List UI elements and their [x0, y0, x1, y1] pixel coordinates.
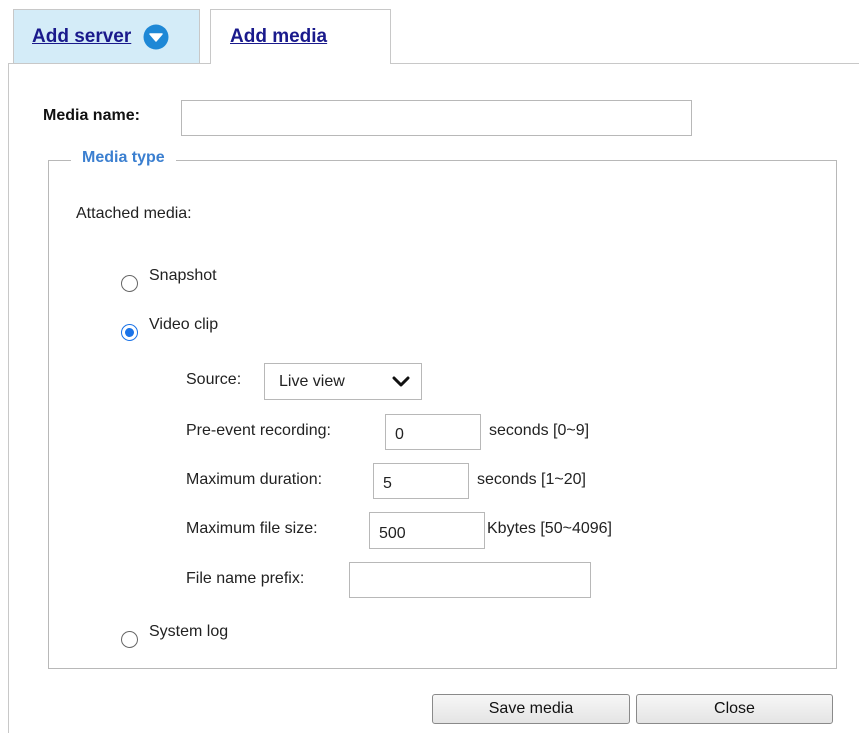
- save-media-button[interactable]: Save media: [432, 694, 630, 724]
- chevron-down-circle-icon[interactable]: [143, 24, 169, 50]
- radio-snapshot-label: Snapshot: [149, 267, 217, 284]
- panel-border: [8, 63, 9, 733]
- media-name-input[interactable]: [181, 100, 692, 136]
- radio-video-clip-label: Video clip: [149, 316, 219, 333]
- chevron-down-icon: [392, 376, 410, 387]
- max-duration-unit: seconds [1~20]: [477, 471, 586, 488]
- max-duration-input[interactable]: [373, 463, 469, 499]
- max-duration-label: Maximum duration:: [186, 471, 323, 488]
- pre-event-unit: seconds [0~9]: [489, 422, 590, 439]
- tab-add-server[interactable]: Add server: [13, 9, 200, 63]
- pre-event-input[interactable]: [385, 414, 481, 450]
- max-file-size-input[interactable]: [369, 512, 485, 549]
- source-select-value: Live view: [279, 372, 345, 390]
- radio-video-clip[interactable]: Video clip: [121, 313, 218, 341]
- file-prefix-input[interactable]: [349, 562, 591, 598]
- media-type-legend: Media type: [71, 149, 176, 167]
- radio-button-unchecked[interactable]: [121, 631, 138, 648]
- radio-system-log-label: System log: [149, 623, 229, 640]
- pre-event-label: Pre-event recording:: [186, 422, 331, 439]
- tab-divider: [8, 63, 210, 64]
- add-media-page: Add server Add media Media name: Media t…: [0, 0, 859, 733]
- radio-snapshot[interactable]: Snapshot: [121, 264, 217, 292]
- file-prefix-label: File name prefix:: [186, 570, 305, 587]
- max-file-size-unit: Kbytes [50~4096]: [487, 520, 612, 537]
- tab-add-server-link[interactable]: Add server: [32, 26, 131, 48]
- tab-add-media-link[interactable]: Add media: [230, 26, 327, 48]
- radio-system-log[interactable]: System log: [121, 620, 228, 648]
- tab-add-media[interactable]: Add media: [210, 9, 391, 64]
- max-file-size-label: Maximum file size:: [186, 520, 318, 537]
- tab-divider: [391, 63, 859, 64]
- attached-media-label: Attached media:: [76, 205, 192, 222]
- source-label: Source:: [186, 371, 242, 388]
- media-name-label: Media name:: [43, 107, 140, 124]
- close-button[interactable]: Close: [636, 694, 833, 724]
- radio-button-unchecked[interactable]: [121, 275, 138, 292]
- radio-button-checked[interactable]: [121, 324, 138, 341]
- source-select[interactable]: Live view: [264, 363, 422, 400]
